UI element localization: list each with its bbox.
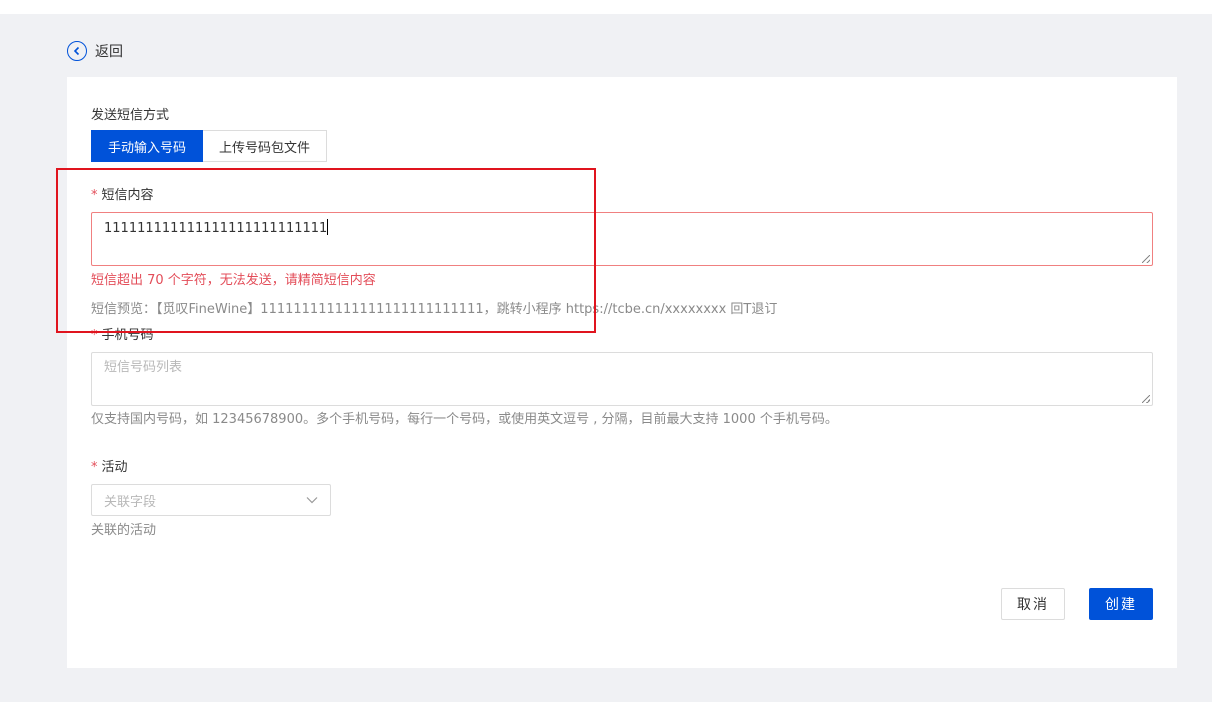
sms-content-error: 短信超出 70 个字符，无法发送，请精简短信内容 [91, 273, 376, 288]
chevron-down-icon [306, 497, 318, 504]
phone-label: 手机号码 [101, 328, 154, 343]
phone-hint: 仅支持国内号码，如 12345678900。多个手机号码，每行一个号码，或使用英… [91, 412, 838, 427]
send-method-label: 发送短信方式 [91, 108, 170, 123]
text-caret [327, 219, 329, 235]
required-mark: * [91, 460, 98, 475]
back-label: 返回 [95, 44, 123, 60]
activity-label: 活动 [101, 460, 128, 475]
activity-placeholder: 关联字段 [104, 494, 157, 510]
required-mark: * [91, 188, 98, 203]
sms-preview: 短信预览：【觅叹FineWine】11111111111111111111111… [91, 302, 778, 317]
upload-file-option[interactable]: 上传号码包文件 [203, 130, 328, 162]
phone-label-row: * 手机号码 [91, 324, 154, 343]
phone-input[interactable]: 短信号码列表 [91, 352, 1153, 406]
cancel-button[interactable]: 取消 [1001, 588, 1065, 620]
resize-handle-icon[interactable] [1142, 395, 1150, 403]
sms-content-label-row: * 短信内容 [91, 184, 154, 203]
sms-content-label: 短信内容 [101, 188, 154, 203]
back-button[interactable]: 返回 [67, 40, 123, 62]
phone-placeholder: 短信号码列表 [104, 360, 183, 375]
manual-input-option[interactable]: 手动输入号码 [91, 130, 204, 162]
create-button[interactable]: 创建 [1089, 588, 1153, 620]
required-mark: * [91, 328, 98, 343]
activity-select[interactable]: 关联字段 [91, 484, 331, 516]
top-bar [0, 0, 1212, 14]
activity-label-row: * 活动 [91, 456, 128, 475]
chevron-left-icon [67, 41, 87, 61]
form-card: 发送短信方式 手动输入号码 上传号码包文件 * 短信内容 111111111111… [67, 77, 1177, 668]
sms-content-input[interactable]: 111111111111111111111111111 [91, 212, 1153, 266]
resize-handle-icon[interactable] [1142, 255, 1150, 263]
sms-content-value: 111111111111111111111111111 [104, 221, 328, 236]
send-method-switch: 手动输入号码 上传号码包文件 [91, 130, 328, 162]
activity-hint: 关联的活动 [91, 523, 157, 538]
